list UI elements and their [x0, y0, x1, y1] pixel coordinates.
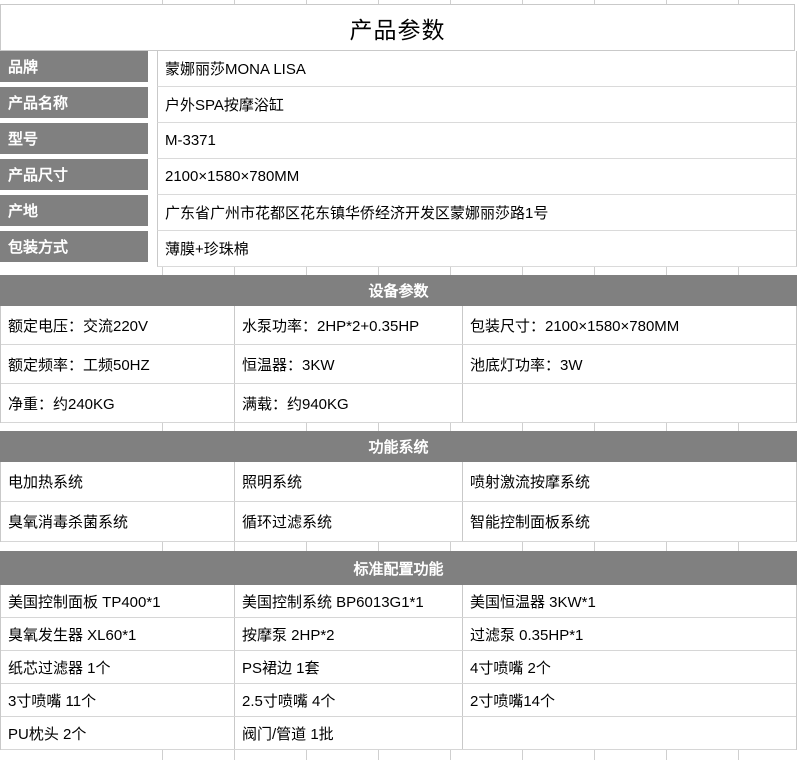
table-row: 包装方式 薄膜+珍珠棉 — [0, 231, 797, 267]
spec-cell: 纸芯过滤器 1个 — [1, 651, 235, 683]
table-row: 产地 广东省广州市花都区花东镇华侨经济开发区蒙娜丽莎路1号 — [0, 195, 797, 231]
label-gap — [148, 195, 157, 231]
function-systems-table: 电加热系统 照明系统 喷射激流按摩系统 臭氧消毒杀菌系统 循环过滤系统 智能控制… — [0, 462, 797, 542]
grid-tick-marks — [162, 0, 163, 4]
row-label: 产品尺寸 — [0, 159, 148, 190]
spec-cell: 净重：约240KG — [1, 384, 235, 422]
spreadsheet-grid-strip — [0, 423, 797, 431]
page-title: 产品参数 — [0, 4, 795, 51]
equipment-params-table: 额定电压：交流220V 水泵功率：2HP*2+0.35HP 包装尺寸：2100×… — [0, 306, 797, 423]
spreadsheet-grid-strip — [0, 267, 797, 275]
table-row: 产品尺寸 2100×1580×780MM — [0, 159, 797, 195]
row-value: 广东省广州市花都区花东镇华侨经济开发区蒙娜丽莎路1号 — [157, 195, 797, 231]
section-header-standard-config: 标准配置功能 — [0, 551, 797, 585]
table-row: 纸芯过滤器 1个 PS裙边 1套 4寸喷嘴 2个 — [1, 651, 796, 684]
spec-cell: 额定频率：工频50HZ — [1, 345, 235, 383]
spec-cell: PS裙边 1套 — [235, 651, 463, 683]
spec-cell: PU枕头 2个 — [1, 717, 235, 749]
label-gap — [148, 123, 157, 159]
table-row: 产品名称 户外SPA按摩浴缸 — [0, 87, 797, 123]
table-row: 臭氧消毒杀菌系统 循环过滤系统 智能控制面板系统 — [1, 502, 796, 542]
standard-config-table: 美国控制面板 TP400*1 美国控制系统 BP6013G1*1 美国恒温器 3… — [0, 585, 797, 750]
table-row: 品牌 蒙娜丽莎MONA LISA — [0, 51, 797, 87]
basic-info-table: 品牌 蒙娜丽莎MONA LISA 产品名称 户外SPA按摩浴缸 型号 M-337… — [0, 51, 797, 267]
spec-cell — [463, 717, 796, 749]
spec-cell: 臭氧消毒杀菌系统 — [1, 502, 235, 541]
row-value: 蒙娜丽莎MONA LISA — [157, 51, 797, 87]
table-row: 净重：约240KG 满载：约940KG — [1, 384, 796, 423]
table-row: 臭氧发生器 XL60*1 按摩泵 2HP*2 过滤泵 0.35HP*1 — [1, 618, 796, 651]
row-label: 产地 — [0, 195, 148, 226]
row-value: M-3371 — [157, 123, 797, 159]
spec-cell: 智能控制面板系统 — [463, 502, 796, 541]
spreadsheet-grid-strip — [0, 750, 797, 760]
row-label: 品牌 — [0, 51, 148, 82]
table-row: 额定电压：交流220V 水泵功率：2HP*2+0.35HP 包装尺寸：2100×… — [1, 306, 796, 345]
spec-cell: 池底灯功率：3W — [463, 345, 796, 383]
table-row: PU枕头 2个 阀门/管道 1批 — [1, 717, 796, 750]
table-row: 额定频率：工频50HZ 恒温器：3KW 池底灯功率：3W — [1, 345, 796, 384]
label-gap — [148, 159, 157, 195]
spec-cell: 照明系统 — [235, 462, 463, 501]
spec-cell: 过滤泵 0.35HP*1 — [463, 618, 796, 650]
spec-cell: 水泵功率：2HP*2+0.35HP — [235, 306, 463, 344]
spec-cell: 满载：约940KG — [235, 384, 463, 422]
spec-cell: 喷射激流按摩系统 — [463, 462, 796, 501]
grid-tick-marks — [162, 267, 163, 275]
spec-cell: 美国控制面板 TP400*1 — [1, 585, 235, 617]
spec-cell: 美国控制系统 BP6013G1*1 — [235, 585, 463, 617]
spec-cell: 额定电压：交流220V — [1, 306, 235, 344]
row-value: 薄膜+珍珠棉 — [157, 231, 797, 267]
product-parameters-page: 产品参数 品牌 蒙娜丽莎MONA LISA 产品名称 户外SPA按摩浴缸 型号 … — [0, 0, 797, 760]
spec-cell: 4寸喷嘴 2个 — [463, 651, 796, 683]
table-row: 美国控制面板 TP400*1 美国控制系统 BP6013G1*1 美国恒温器 3… — [1, 585, 796, 618]
label-gap — [148, 87, 157, 123]
grid-tick-marks — [162, 542, 163, 551]
spec-cell: 包装尺寸：2100×1580×780MM — [463, 306, 796, 344]
table-row: 型号 M-3371 — [0, 123, 797, 159]
row-value: 2100×1580×780MM — [157, 159, 797, 195]
spec-cell: 电加热系统 — [1, 462, 235, 501]
section-header-equipment: 设备参数 — [0, 275, 797, 306]
spec-cell: 循环过滤系统 — [235, 502, 463, 541]
spreadsheet-grid-strip — [0, 542, 797, 551]
row-label: 型号 — [0, 123, 148, 154]
spec-cell: 阀门/管道 1批 — [235, 717, 463, 749]
spec-cell: 恒温器：3KW — [235, 345, 463, 383]
spec-cell — [463, 384, 796, 422]
spec-cell: 臭氧发生器 XL60*1 — [1, 618, 235, 650]
table-row: 3寸喷嘴 11个 2.5寸喷嘴 4个 2寸喷嘴14个 — [1, 684, 796, 717]
spec-cell: 3寸喷嘴 11个 — [1, 684, 235, 716]
spreadsheet-grid-strip — [0, 0, 797, 4]
label-gap — [148, 231, 157, 267]
section-header-function-systems: 功能系统 — [0, 431, 797, 462]
spec-cell: 美国恒温器 3KW*1 — [463, 585, 796, 617]
grid-tick-marks — [162, 423, 163, 431]
table-row: 电加热系统 照明系统 喷射激流按摩系统 — [1, 462, 796, 502]
spec-cell: 2.5寸喷嘴 4个 — [235, 684, 463, 716]
label-gap — [148, 51, 157, 87]
spec-cell: 按摩泵 2HP*2 — [235, 618, 463, 650]
row-label: 产品名称 — [0, 87, 148, 118]
spec-cell: 2寸喷嘴14个 — [463, 684, 796, 716]
row-label: 包装方式 — [0, 231, 148, 262]
row-value: 户外SPA按摩浴缸 — [157, 87, 797, 123]
grid-tick-marks — [162, 750, 163, 760]
